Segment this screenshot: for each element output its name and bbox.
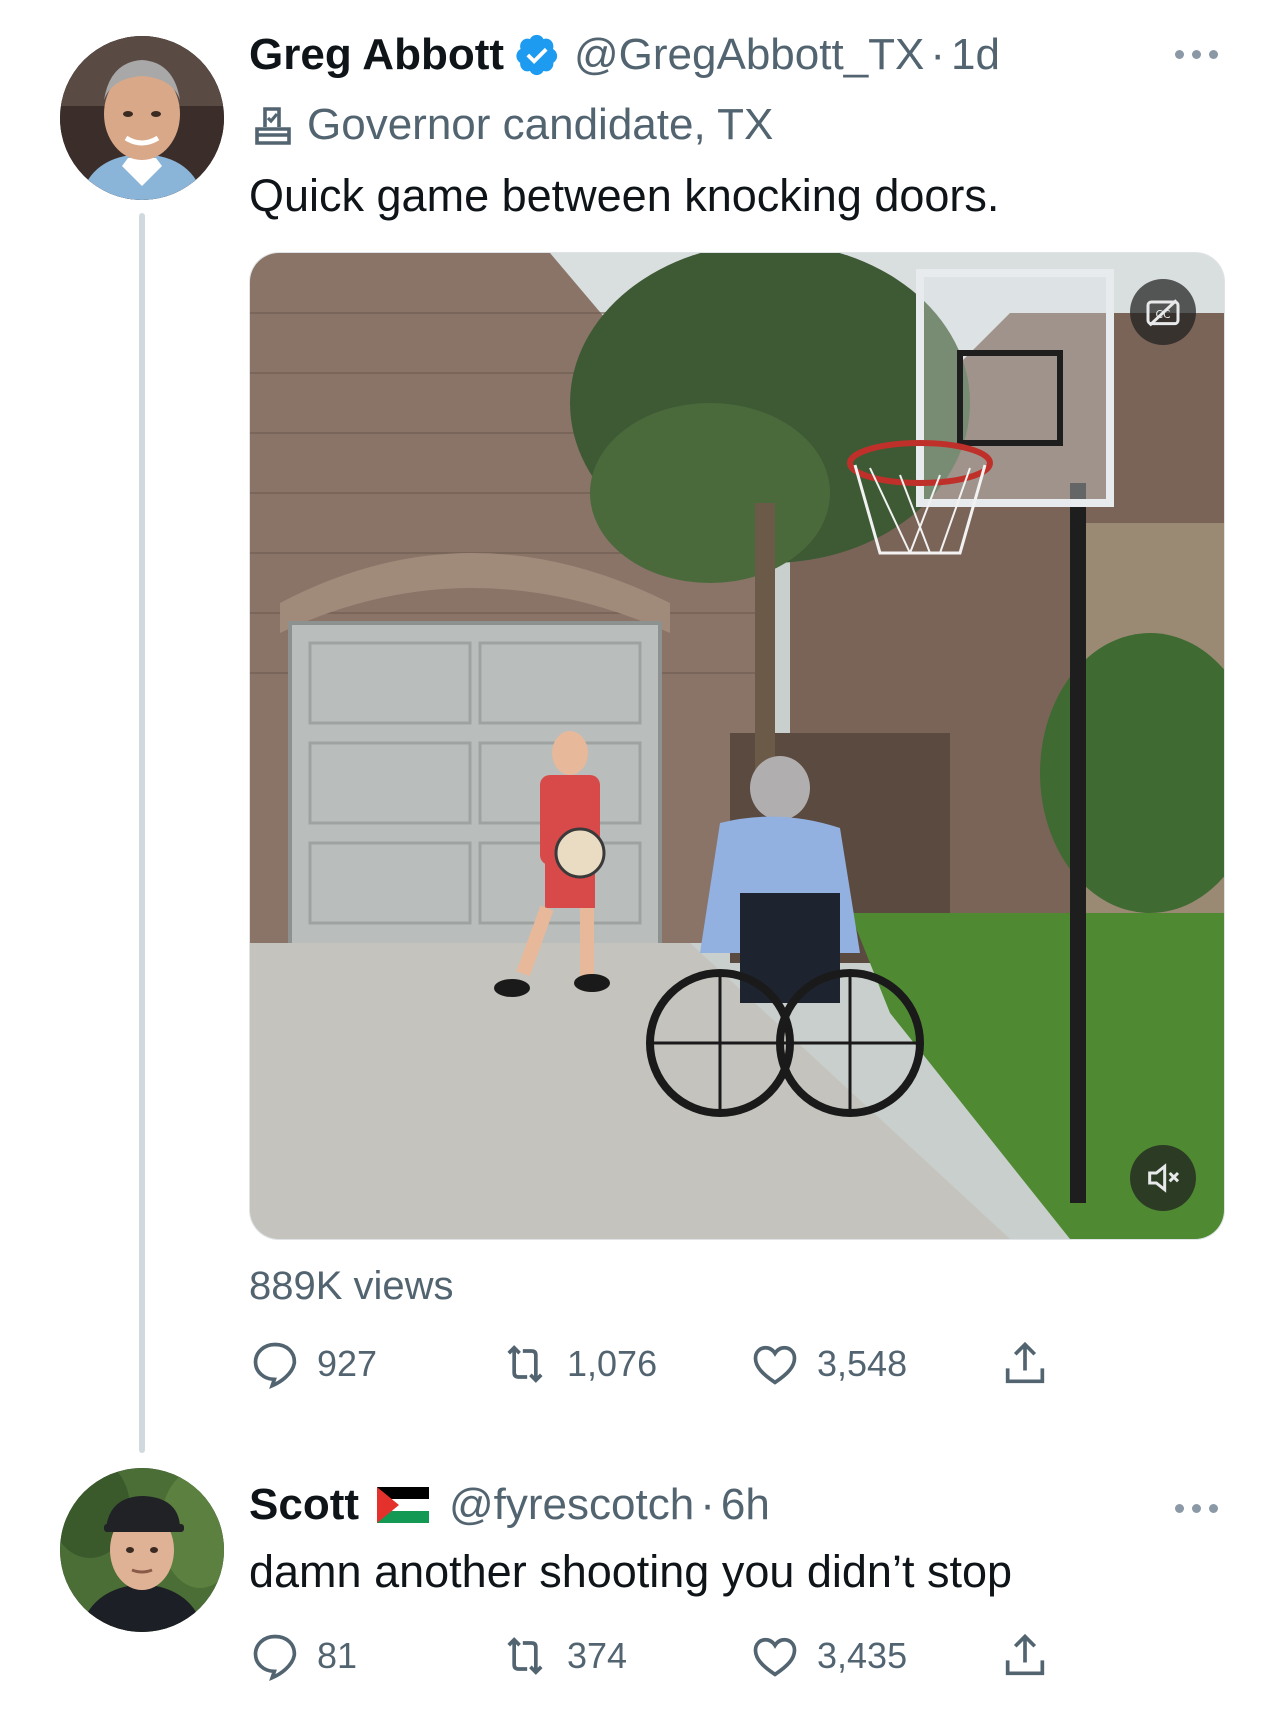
separator: · — [930, 30, 946, 79]
retweet-icon — [507, 1345, 543, 1383]
ballot-box-icon — [255, 107, 291, 145]
more-icon[interactable] — [1175, 1504, 1218, 1513]
tweet-text: damn another shooting you didn’t stop — [249, 1546, 1013, 1597]
avatar-photo — [60, 1468, 224, 1632]
video-frame — [250, 253, 1224, 1239]
share-button[interactable] — [999, 1338, 1051, 1390]
avatar[interactable] — [60, 36, 224, 200]
share-button[interactable] — [999, 1630, 1051, 1682]
affiliation-text: Governor candidate, TX — [307, 100, 774, 149]
share-icon — [1005, 1633, 1045, 1676]
muted-icon[interactable] — [1130, 1145, 1196, 1211]
separator: · — [700, 1480, 715, 1529]
view-count: 889K views — [249, 1264, 454, 1308]
thread-line — [139, 213, 145, 1453]
tweet-main[interactable]: Greg Abbott @GregAbbott_TX · 1d Governor… — [0, 0, 1284, 1453]
more-icon[interactable] — [1175, 50, 1218, 59]
handle[interactable]: @fyrescotch — [449, 1480, 694, 1530]
handle[interactable]: @GregAbbott_TX — [574, 30, 924, 80]
display-name[interactable]: Scott — [249, 1480, 359, 1530]
reply-button[interactable]: 81 — [249, 1630, 499, 1682]
retweet-count: 374 — [567, 1635, 628, 1676]
avatar-photo — [60, 36, 224, 200]
share-icon — [1005, 1341, 1045, 1384]
like-icon — [753, 1637, 797, 1677]
like-icon — [753, 1345, 797, 1385]
reply-button[interactable]: 927 — [249, 1338, 499, 1390]
retweet-button[interactable]: 1,076 — [499, 1338, 749, 1390]
like-count: 3,548 — [817, 1343, 908, 1384]
affiliation-label: Governor candidate, TX — [249, 100, 773, 150]
captions-off-icon[interactable]: CC — [1130, 279, 1196, 345]
tweet-actions: 81 374 3,435 — [249, 1630, 1051, 1682]
display-name[interactable]: Greg Abbott — [249, 30, 504, 80]
tweet-header: Scott @fyrescotch · 6h — [249, 1480, 770, 1530]
retweet-button[interactable]: 374 — [499, 1630, 749, 1682]
tweet-header: Greg Abbott @GregAbbott_TX · 1d — [249, 30, 1000, 80]
tweet-actions: 927 1,076 3,548 — [249, 1338, 1051, 1390]
reply-count: 927 — [317, 1343, 378, 1384]
avatar[interactable] — [60, 1468, 224, 1632]
like-button[interactable]: 3,548 — [749, 1338, 999, 1390]
like-count: 3,435 — [817, 1635, 908, 1676]
reply-count: 81 — [317, 1635, 358, 1676]
retweet-count: 1,076 — [567, 1343, 658, 1384]
retweet-icon — [507, 1637, 543, 1675]
timestamp[interactable]: 1d — [951, 30, 1000, 80]
verified-badge-icon — [516, 34, 558, 76]
like-button[interactable]: 3,435 — [749, 1630, 999, 1682]
reply-icon — [253, 1634, 297, 1681]
tweet-text: Quick game between knocking doors. — [249, 170, 1000, 221]
tweet-reply[interactable]: Scott @fyrescotch · 6h damn another shoo… — [0, 1450, 1284, 1722]
palestine-flag-icon — [377, 1487, 429, 1523]
video-player[interactable]: CC — [249, 252, 1225, 1240]
timestamp[interactable]: 6h — [721, 1480, 770, 1530]
reply-icon — [253, 1342, 297, 1389]
